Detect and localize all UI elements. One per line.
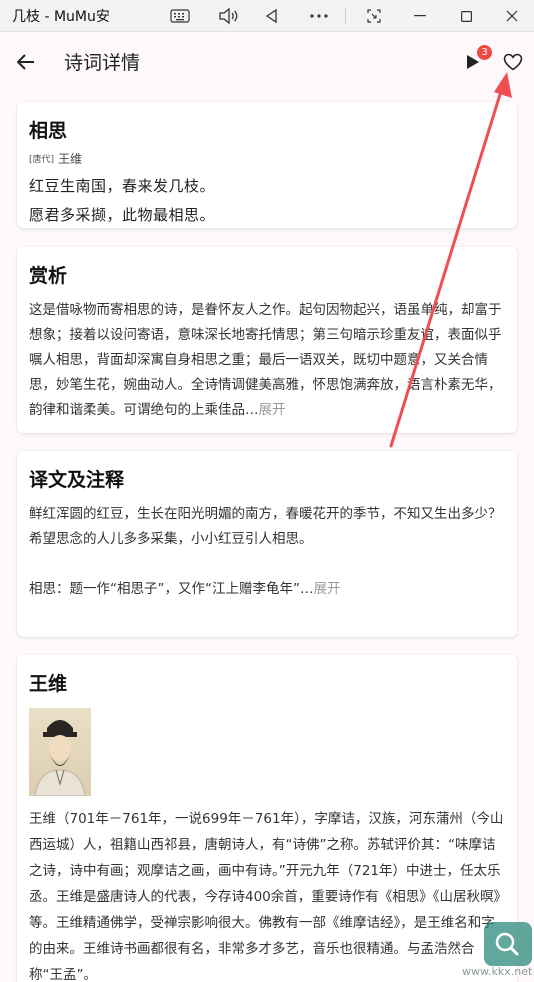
watermark-text: www.kkx.net (462, 965, 533, 978)
annotation-arrow (389, 72, 512, 448)
site-watermark: www.kkx.net (414, 922, 534, 982)
